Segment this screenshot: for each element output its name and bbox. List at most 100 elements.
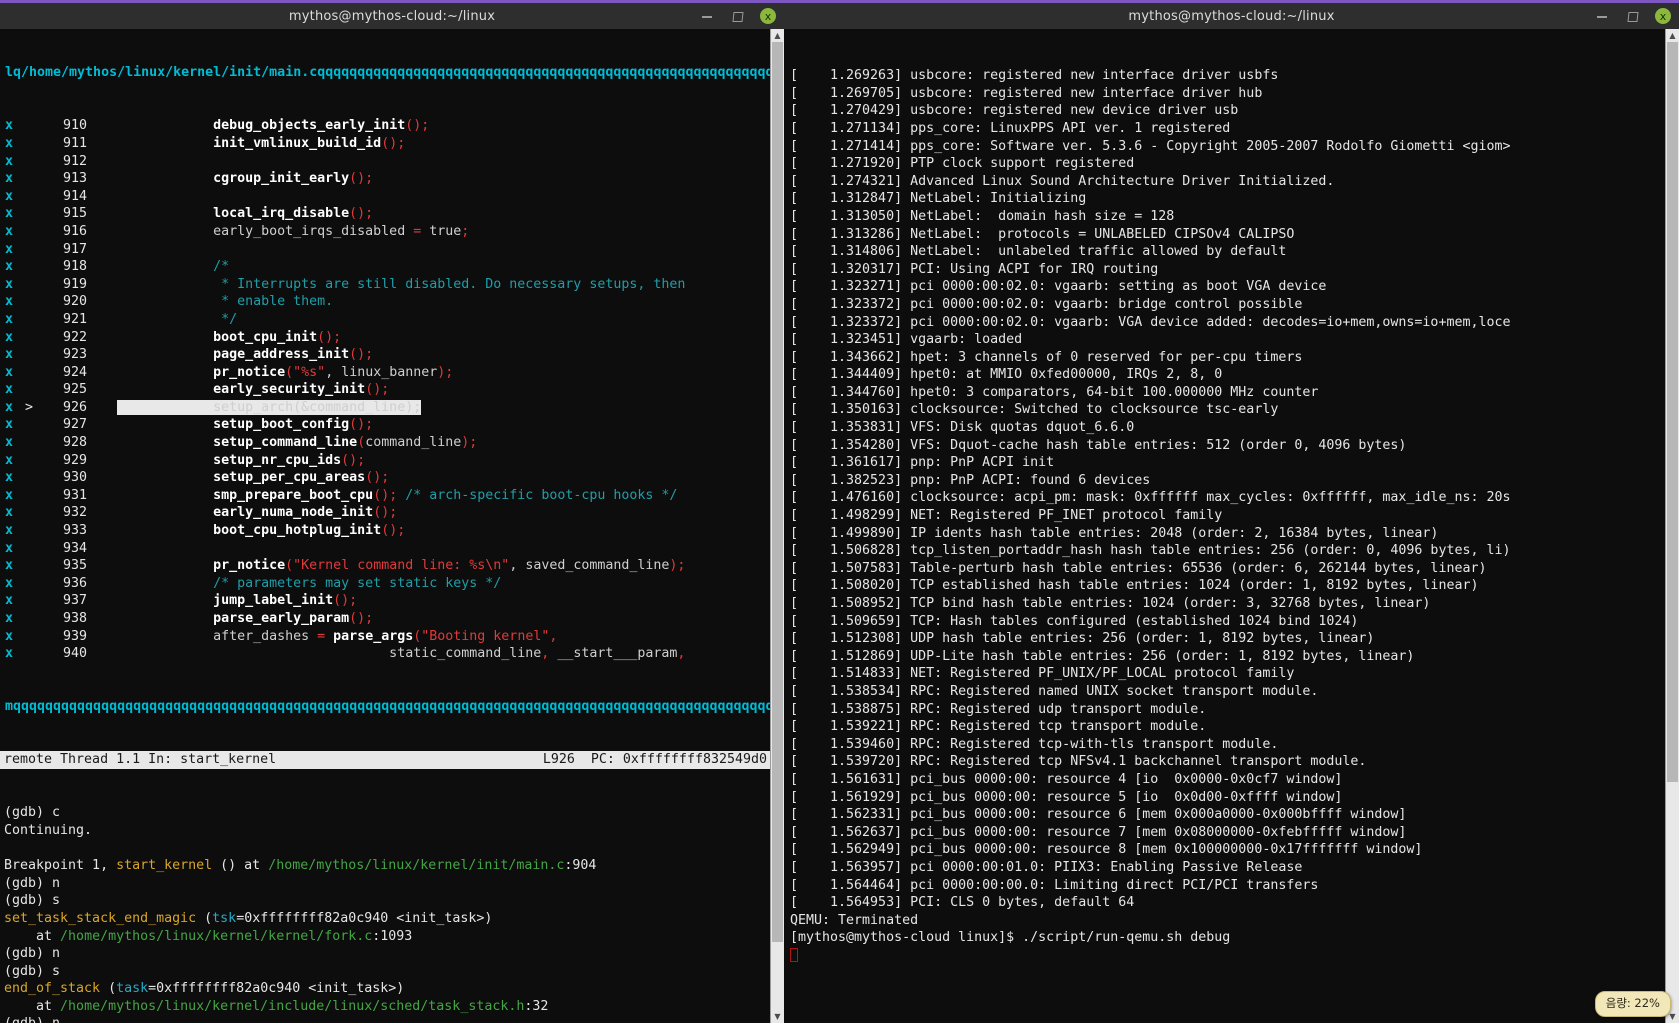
minimize-icon[interactable] bbox=[700, 9, 714, 23]
terminal-content-right[interactable]: [ 1.269263] usbcore: registered new inte… bbox=[784, 29, 1679, 1023]
source-line[interactable]: x 921 */ bbox=[0, 311, 771, 329]
scrollbar-left[interactable]: ▲ ▼ bbox=[770, 29, 784, 1023]
source-line-number: 910 bbox=[62, 118, 87, 134]
close-icon[interactable]: x bbox=[1655, 8, 1671, 24]
source-line[interactable]: x 930 setup_per_cpu_areas(); bbox=[0, 469, 771, 487]
source-line[interactable]: x 918 /* bbox=[0, 258, 771, 276]
close-icon[interactable]: x bbox=[760, 8, 776, 24]
source-line-code: setup_command_line(command_line); bbox=[213, 435, 478, 451]
source-line[interactable]: x 924 pr_notice("%s", linux_banner); bbox=[0, 364, 771, 382]
source-gutter-mark: x bbox=[5, 241, 14, 257]
maximize-icon[interactable] bbox=[1625, 9, 1639, 23]
source-line[interactable]: x 912 bbox=[0, 153, 771, 171]
source-line-number: 923 bbox=[62, 347, 87, 363]
source-gutter-mark: x bbox=[5, 417, 14, 433]
source-gutter-mark: x bbox=[5, 611, 14, 626]
kernel-log-line: [ 1.514833] NET: Registered PF_UNIX/PF_L… bbox=[790, 666, 1295, 682]
source-line[interactable]: x 938 parse_early_param(); bbox=[0, 610, 771, 628]
source-line[interactable]: x 923 page_address_init(); bbox=[0, 346, 771, 364]
source-listing[interactable]: x 910 debug_objects_early_init(); x 911 ini… bbox=[0, 117, 771, 662]
source-line-code: debug_objects_early_init(); bbox=[213, 118, 430, 134]
source-line-code: pr_notice("%s", linux_banner); bbox=[213, 364, 454, 380]
source-line[interactable]: x 939 after_dashes = parse_args("Booting … bbox=[0, 628, 771, 646]
kernel-log-line: [ 1.269263] usbcore: registered new inte… bbox=[790, 68, 1279, 84]
window-buttons-right: x bbox=[1595, 3, 1671, 29]
kernel-log-line: [ 1.562949] pci_bus 0000:00: resource 8 … bbox=[790, 842, 1423, 858]
source-line[interactable]: x 929 setup_nr_cpu_ids(); bbox=[0, 452, 771, 470]
source-line[interactable]: x 937 jump_label_init(); bbox=[0, 592, 771, 610]
source-line-number: 912 bbox=[62, 153, 87, 169]
source-line[interactable]: x 922 boot_cpu_init(); bbox=[0, 329, 771, 347]
scroll-up-icon[interactable]: ▲ bbox=[771, 29, 784, 42]
source-line[interactable]: x 925 early_security_init(); bbox=[0, 381, 771, 399]
source-line[interactable]: x 940 static_command_line, __start___para… bbox=[0, 645, 771, 663]
source-line-code: early_numa_node_init(); bbox=[213, 505, 398, 521]
source-gutter-mark: x bbox=[5, 347, 14, 363]
source-line[interactable]: x 933 boot_cpu_hotplug_init(); bbox=[0, 522, 771, 540]
source-line[interactable]: x >926 setup_arch(&command_line); bbox=[0, 399, 771, 417]
maximize-icon[interactable] bbox=[730, 9, 744, 23]
kernel-log-line: [ 1.562637] pci_bus 0000:00: resource 7 … bbox=[790, 824, 1407, 840]
terminal-window-left[interactable]: mythos@mythos-cloud:~/linux x lq/home/my… bbox=[0, 0, 784, 1023]
kernel-log-line: [ 1.382523] pnp: PnP ACPI: found 6 devic… bbox=[790, 472, 1151, 488]
gdb-console-line: (gdb) c bbox=[4, 805, 61, 821]
scrollbar-right[interactable]: ▲ ▼ bbox=[1665, 29, 1679, 1023]
source-line[interactable]: x 931 smp_prepare_boot_cpu(); /* arch-spe… bbox=[0, 487, 771, 505]
source-line[interactable]: x 920 * enable them. bbox=[0, 293, 771, 311]
source-gutter-mark: x bbox=[5, 188, 14, 204]
source-line-number: 913 bbox=[62, 171, 87, 187]
kernel-log-line: [ 1.314806] NetLabel: unlabeled traffic … bbox=[790, 244, 1287, 260]
gdb-console-line: Continuing. bbox=[4, 822, 93, 838]
source-line[interactable]: x 915 local_irq_disable(); bbox=[0, 205, 771, 223]
terminal-window-right[interactable]: mythos@mythos-cloud:~/linux x [ 1.269263… bbox=[784, 0, 1679, 1023]
minimize-icon[interactable] bbox=[1595, 9, 1609, 23]
kernel-log-line: [ 1.344409] hpet0: at MMIO 0xfed00000, I… bbox=[790, 367, 1223, 383]
source-line-code: early_security_init(); bbox=[213, 382, 390, 398]
source-line[interactable]: x 936 /* parameters may set static keys *… bbox=[0, 575, 771, 593]
source-line[interactable]: x 914 bbox=[0, 188, 771, 206]
kernel-log-output: [ 1.269263] usbcore: registered new inte… bbox=[784, 64, 1679, 964]
source-line[interactable]: x 928 setup_command_line(command_line); bbox=[0, 434, 771, 452]
source-line[interactable]: x 916 early_boot_irqs_disabled = true; bbox=[0, 223, 771, 241]
source-line[interactable]: x 919 * Interrupts are still disabled. Do… bbox=[0, 276, 771, 294]
source-line[interactable]: x 935 pr_notice("Kernel command line: %s\… bbox=[0, 557, 771, 575]
source-line[interactable]: x 934 bbox=[0, 540, 771, 558]
source-line[interactable]: x 932 early_numa_node_init(); bbox=[0, 504, 771, 522]
source-line[interactable]: x 917 bbox=[0, 241, 771, 259]
kernel-log-line: [ 1.509659] TCP: Hash tables configured … bbox=[790, 613, 1359, 629]
terminal-content-left[interactable]: lq/home/mythos/linux/kernel/init/main.cq… bbox=[0, 29, 784, 1023]
scroll-up-icon[interactable]: ▲ bbox=[1666, 29, 1679, 42]
kernel-log-line: [ 1.507583] Table-perturb hash table ent… bbox=[790, 560, 1487, 576]
scrollbar-thumb-right[interactable] bbox=[1667, 42, 1678, 782]
source-line-number: 935 bbox=[62, 558, 87, 574]
source-line[interactable]: x 911 init_vmlinux_build_id(); bbox=[0, 135, 771, 153]
kernel-log-line: [ 1.344760] hpet0: 3 comparators, 64-bit… bbox=[790, 384, 1319, 400]
source-line-code: early_boot_irqs_disabled = true; bbox=[117, 223, 470, 239]
source-gutter-mark: x bbox=[5, 593, 14, 609]
source-line[interactable]: x 910 debug_objects_early_init(); bbox=[0, 117, 771, 135]
source-gutter-mark: x bbox=[5, 171, 14, 187]
source-line-number: 919 bbox=[62, 276, 87, 292]
gdb-command-console[interactable]: (gdb) c Continuing. Breakpoint 1, start_ke… bbox=[0, 804, 771, 1023]
source-line[interactable]: x 913 cgroup_init_early(); bbox=[0, 170, 771, 188]
source-line-code: page_address_init(); bbox=[213, 347, 374, 363]
kernel-log-line: [ 1.271134] pps_core: LinuxPPS API ver. … bbox=[790, 120, 1231, 136]
source-line-number: 927 bbox=[62, 417, 87, 433]
source-line[interactable]: x 927 setup_boot_config(); bbox=[0, 416, 771, 434]
source-line-number: 921 bbox=[62, 311, 87, 327]
source-line-number: 929 bbox=[62, 452, 87, 468]
kernel-log-line: [ 1.508952] TCP bind hash table entries:… bbox=[790, 596, 1431, 611]
source-line-number: 928 bbox=[62, 435, 87, 451]
scrollbar-thumb-left[interactable] bbox=[772, 42, 783, 942]
titlebar-left[interactable]: mythos@mythos-cloud:~/linux x bbox=[0, 0, 784, 29]
source-gutter-mark: x bbox=[5, 206, 14, 222]
gdb-console-line: (gdb) n bbox=[4, 1015, 771, 1023]
titlebar-right[interactable]: mythos@mythos-cloud:~/linux x bbox=[784, 0, 1679, 29]
scroll-down-icon[interactable]: ▼ bbox=[771, 1010, 784, 1023]
gdb-console-line: set_task_stack_end_magic (tsk=0xffffffff… bbox=[4, 910, 493, 926]
status-line-number: L926 bbox=[542, 752, 575, 768]
source-line-number: 924 bbox=[62, 364, 87, 380]
source-line-code: boot_cpu_hotplug_init(); bbox=[213, 523, 406, 539]
gdb-console-line: (gdb) n bbox=[4, 946, 61, 962]
source-line-number: 933 bbox=[62, 523, 87, 539]
